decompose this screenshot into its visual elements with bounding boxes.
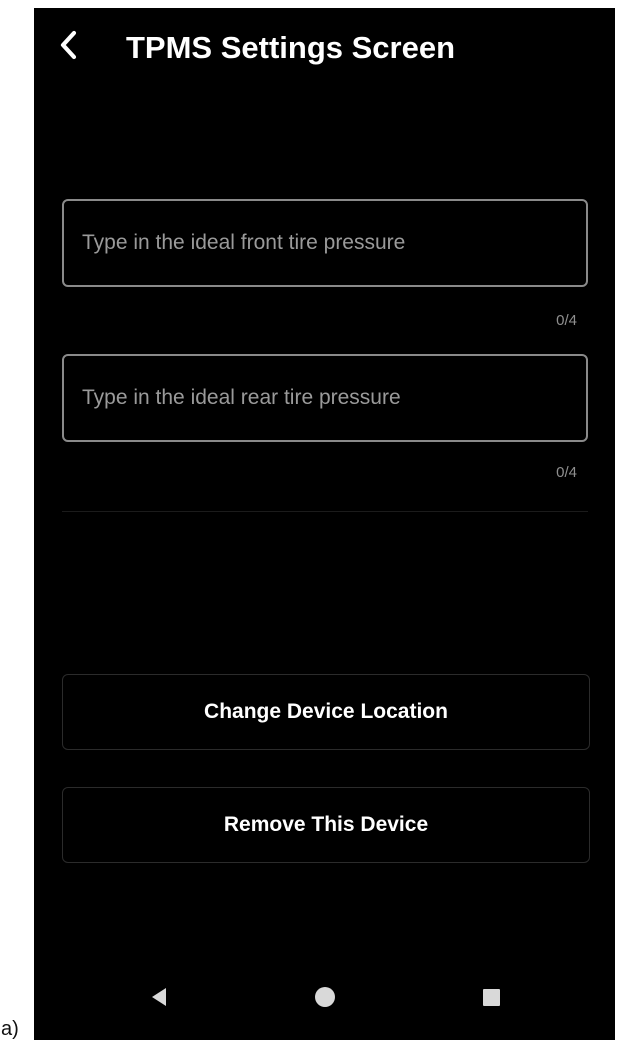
section-divider <box>62 511 588 514</box>
system-nav-bar <box>34 958 615 1040</box>
rear-pressure-input[interactable] <box>82 356 572 440</box>
back-button[interactable] <box>54 30 82 64</box>
page-title: TPMS Settings Screen <box>126 30 456 65</box>
front-pressure-field[interactable] <box>62 199 588 287</box>
front-pressure-input[interactable] <box>82 201 572 285</box>
chevron-left-icon <box>59 30 77 65</box>
front-pressure-counter: 0/4 <box>556 312 577 329</box>
phone-screen: TPMS Settings Screen 0/4 0/4 Change Devi… <box>34 8 615 1040</box>
rear-pressure-field[interactable] <box>62 354 588 442</box>
nav-back-button[interactable] <box>134 972 184 1022</box>
nav-recents-button[interactable] <box>466 972 516 1022</box>
nav-home-button[interactable] <box>300 972 350 1022</box>
back-triangle-icon <box>152 988 166 1006</box>
home-circle-icon <box>315 987 335 1007</box>
change-device-location-button[interactable]: Change Device Location <box>62 674 590 750</box>
figure-label: a) <box>1 1018 19 1040</box>
remove-device-button[interactable]: Remove This Device <box>62 787 590 863</box>
app-header: TPMS Settings Screen <box>34 8 615 92</box>
rear-pressure-counter: 0/4 <box>556 464 577 481</box>
recents-square-icon <box>482 988 500 1006</box>
